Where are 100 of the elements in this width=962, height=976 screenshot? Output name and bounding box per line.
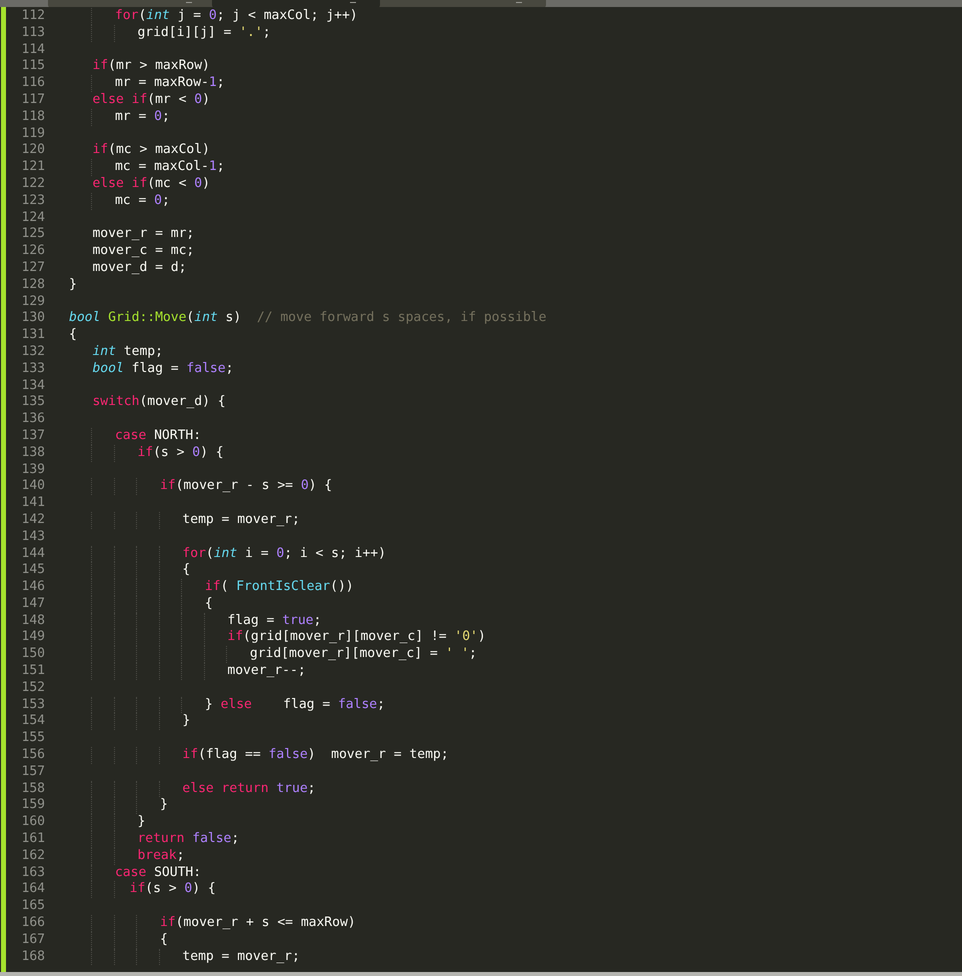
code-token: (mover_d) { [139,394,226,412]
line-number: 161 [22,831,45,848]
line-number: 150 [22,646,45,664]
code-token: if [182,747,198,764]
line-number: 131 [22,327,45,344]
line-number: 166 [22,915,45,932]
code-token: ; [377,696,385,714]
code-token: (mr > maxRow) [108,58,210,76]
line-number: 144 [22,546,45,562]
line-number: 119 [22,126,45,142]
code-token: if [227,629,244,646]
code-token: ; i < s; i++) [284,546,386,562]
line-number: 114 [22,42,45,58]
code-token: } [160,797,168,814]
code-token: mr = [114,108,148,126]
code-token: i = [244,546,270,562]
code-token: } [204,696,214,714]
line-number: 167 [22,932,45,949]
code-token: } [182,713,190,730]
line-number: 116 [22,75,45,92]
code-token: (mover_r + s <= maxRow) [176,915,356,932]
code-token: j = [176,8,202,25]
code-token: } [69,276,77,294]
line-number: 117 [22,92,45,109]
code-token: else if [92,176,148,193]
code-token: if [130,881,146,898]
code-token: false [338,696,378,714]
code-token: ) { [308,478,332,496]
line-number: 153 [22,696,45,714]
code-token: { [160,932,168,949]
code-token: 1 [208,159,217,176]
line-number: 128 [22,276,45,294]
code-token: ; [231,831,240,848]
code-token: s) [224,310,242,328]
code-token: ( [206,546,214,562]
code-token: int [146,8,170,25]
code-token: mover_r = mr; [92,226,194,244]
code-token: false [192,831,232,848]
line-number: 112 [22,8,45,25]
line-number: 148 [22,612,45,630]
code-token: false [268,747,308,764]
code-token: int [92,344,116,361]
code-token: ( [186,310,194,328]
code-token: ( [138,8,146,25]
line-number: 138 [22,444,45,462]
code-token: mc = [114,192,148,210]
code-token: ) [478,629,486,646]
code-token: bool [69,310,102,328]
code-comment: // move forward s spaces, if possible [256,310,546,328]
line-number: 165 [22,898,45,916]
code-token: 0 [300,478,309,496]
code-token: temp = mover_r; [182,512,300,529]
code-token: case [114,864,146,882]
line-number: 159 [22,797,45,814]
line-number: 113 [22,24,45,42]
line-number: 152 [22,680,45,697]
code-token: case [114,428,146,445]
code-token: ; [314,612,322,630]
line-number: 143 [22,528,45,546]
code-token: 0 [154,108,162,126]
code-token: for [114,8,138,25]
code-token: { [69,327,77,344]
line-number: 141 [22,495,45,512]
line-number: 164 [22,881,45,898]
code-token: return [137,831,186,848]
line-number: 155 [22,730,45,748]
code-token: ( [220,579,230,596]
line-number: 130 [22,310,45,328]
code-token: mover_c = mc; [92,243,194,260]
code-token: 0 [276,546,284,562]
code-token: temp; [122,344,163,361]
horizontal-scrollbar[interactable] [0,972,962,976]
code-token: bool [92,360,124,378]
line-number: 149 [22,629,45,646]
code-token: if [160,915,176,932]
code-token: ; j < maxCol; j++) [216,8,358,25]
line-number: 145 [22,562,45,580]
code-token: ; [308,780,316,798]
code-token: 0 [208,8,217,25]
code-token: ; [162,192,170,210]
line-number: 160 [22,814,45,832]
line-number: 137 [22,428,45,445]
code-token: (grid[mover_r][mover_c] != [243,629,448,646]
code-token: else [220,696,252,714]
line-number: 126 [22,243,45,260]
line-number: 168 [22,948,45,966]
code-token: 0 [184,881,192,898]
line-number: 157 [22,764,45,781]
code-token: (flag == [198,747,262,764]
code-token: true [282,612,314,630]
code-token: false [186,360,226,378]
code-token: ) [202,92,210,109]
code-token: mc = maxCol- [114,159,209,176]
code-token: 0 [194,92,202,109]
code-token: SOUTH: [153,864,202,882]
code-token: (mr < [147,92,188,109]
line-number: 125 [22,226,45,244]
code-token: } [137,814,146,832]
code-token: int [214,546,238,562]
code-token: if [92,142,108,160]
